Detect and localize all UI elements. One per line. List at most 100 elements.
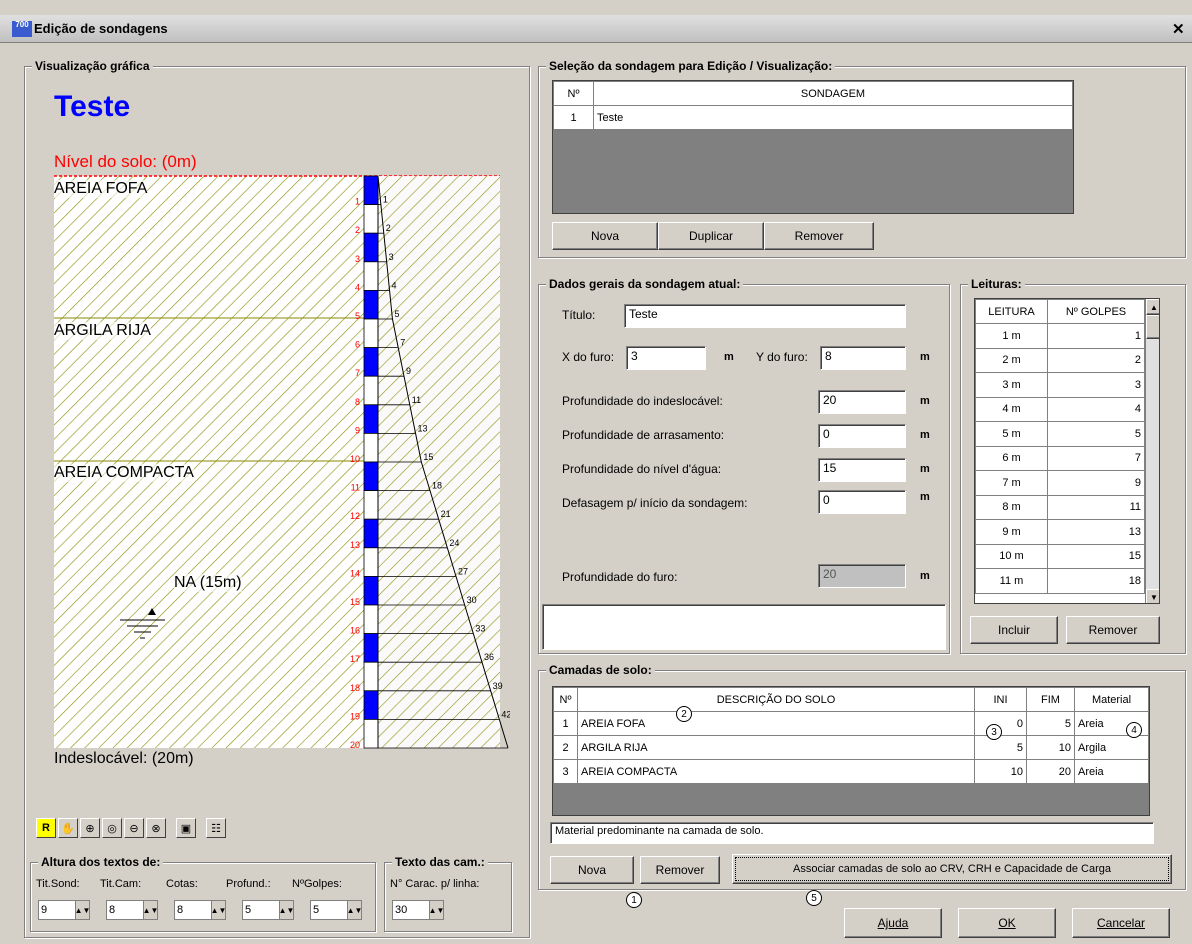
arrasamento-field[interactable]: 0 [818,424,906,448]
table-row[interactable]: 1 m1 [975,323,1145,349]
table-row[interactable]: 1 AREIA FOFA 0 5 Areia [553,711,1149,736]
leituras-scrollbar[interactable]: ▲ ▼ [1145,299,1159,603]
profund-spinner[interactable]: 5 ▲▼ [242,900,294,920]
spt-bar-segment [363,690,379,720]
table-row[interactable]: 7 m9 [975,470,1145,496]
nova-camada-button[interactable]: Nova [550,856,634,884]
depth-mark: 12 [350,511,360,521]
ground-level-label: Nível do solo: (0m) [54,152,197,171]
table-row[interactable]: 2 m2 [975,347,1145,373]
remover-camada-button[interactable]: Remover [640,856,720,884]
ajuda-button[interactable]: Ajuda [844,908,942,938]
golpes-label: 11 [412,395,421,405]
table-row[interactable]: 1 Teste [553,105,1073,130]
zoom-fit-icon[interactable]: ⊗ [146,818,166,838]
arrasamento-label: Profundidade de arrasamento: [562,428,725,442]
golpes-label: 42 [501,709,510,719]
camadas-table-wrap: Nº DESCRIÇÃO DO SOLO INI FIM Material 1A… [552,686,1150,816]
defasagem-field[interactable]: 0 [818,490,906,514]
table-row[interactable]: 9 m 13 [975,519,1145,545]
descricao-cell: AREIA FOFA [577,711,975,736]
na-label: NA (15m) [174,574,242,592]
table-row[interactable]: 10 m 15 [975,543,1145,569]
depth-mark: 13 [350,540,360,550]
y-furo-field[interactable]: 8 [820,346,906,370]
col-header-camada-no: Nº [553,687,578,712]
leitura-cell: 9 m [975,519,1048,545]
redraw-button[interactable]: R [36,818,56,838]
depth-mark: 19 [350,711,360,721]
cancelar-button[interactable]: Cancelar [1072,908,1170,938]
golpes-cell: 18 [1047,568,1145,594]
y-furo-label: Y do furo: [756,350,808,364]
hand-icon[interactable]: ✋ [58,818,78,838]
golpes-label: 18 [432,481,442,491]
golpes-spinner[interactable]: 5 ▲▼ [310,900,362,920]
incluir-button[interactable]: Incluir [970,616,1058,644]
cell-no: 1 [553,105,594,130]
indeslocavel-field[interactable]: 20 [818,390,906,414]
nova-sondagem-button[interactable]: Nova [552,222,658,250]
camadas-group-label: Camadas de solo: [546,663,655,677]
table-row[interactable]: 6 m7 [975,445,1145,471]
nivel-agua-field[interactable]: 15 [818,458,906,482]
ok-button[interactable]: OK [958,908,1056,938]
table-row[interactable]: 2 ARGILA RIJA 5 10 Argila [553,735,1149,760]
zoom-window-icon[interactable]: ◎ [102,818,122,838]
depth-mark: 15 [350,597,360,607]
table-row[interactable]: 3 AREIA COMPACTA 10 20 Areia [553,759,1149,784]
spt-bar-segment [363,661,379,692]
zoom-out-icon[interactable]: ⊖ [124,818,144,838]
table-row[interactable]: 5 m5 [975,421,1145,447]
leitura-cell: 6 m [975,445,1048,471]
close-icon[interactable]: ✕ [1172,20,1185,38]
titulo-field[interactable]: Teste [624,304,906,328]
nivel-agua-label: Profundidade do nível d'água: [562,462,722,476]
tit-sond-spinner[interactable]: 9 ▲▼ [38,900,90,920]
spt-bar-segment [363,404,379,434]
spt-bar-segment [363,175,379,206]
leitura-cell: 11 m [975,568,1048,594]
alturas-label-tit-sond: Tit.Sond: [36,878,80,890]
callout-3: 3 [986,724,1002,740]
texto-cam-group [384,862,512,932]
alturas-label-profund: Profund.: [226,878,271,890]
table-row[interactable]: 8 m 11 [975,494,1145,520]
depth-mark: 9 [355,425,360,435]
profundidade-furo-label: Profundidade do furo: [562,570,678,584]
caracteres-spinner[interactable]: 30 ▲▼ [392,900,444,920]
callout-5: 5 [806,890,822,906]
table-row[interactable]: 3 m3 [975,372,1145,398]
fim-cell: 20 [1026,759,1075,784]
tit-cam-spinner[interactable]: 8 ▲▼ [106,900,158,920]
leitura-cell: 5 m [975,421,1048,447]
table-row[interactable]: 11 m 18 [975,568,1145,594]
spt-bar-segment [363,604,379,635]
titulo-label: Título: [562,308,596,322]
properties-icon[interactable]: ☷ [206,818,226,838]
remover-sondagem-button[interactable]: Remover [764,222,874,250]
material-cell: Areia [1074,759,1149,784]
x-furo-field[interactable]: 3 [626,346,706,370]
x-furo-unit: m [724,351,734,363]
alturas-label-tit-cam: Tit.Cam: [100,878,142,890]
remover-leitura-button[interactable]: Remover [1066,616,1160,644]
golpes-label: 21 [441,509,451,519]
golpes-label: 15 [423,452,433,462]
zoom-in-icon[interactable]: ⊕ [80,818,100,838]
table-row[interactable]: 4 m4 [975,396,1145,422]
scroll-thumb[interactable] [1146,315,1159,339]
ini-cell: 5 [974,735,1027,760]
descricao-cell: ARGILA RIJA [577,735,975,760]
golpes-label: 4 [392,280,397,290]
cotas-spinner[interactable]: 8 ▲▼ [174,900,226,920]
spt-bar-segment [363,347,379,377]
col-header-no: Nº [553,81,594,106]
associar-camadas-button[interactable]: Associar camadas de solo ao CRV, CRH e C… [732,854,1172,884]
scroll-down-icon[interactable]: ▼ [1146,589,1159,603]
save-icon[interactable]: ▣ [176,818,196,838]
scroll-up-icon[interactable]: ▲ [1146,299,1159,315]
graphic-group-label: Visualização gráfica [32,59,153,73]
duplicar-button[interactable]: Duplicar [658,222,764,250]
golpes-label: 3 [389,252,394,262]
